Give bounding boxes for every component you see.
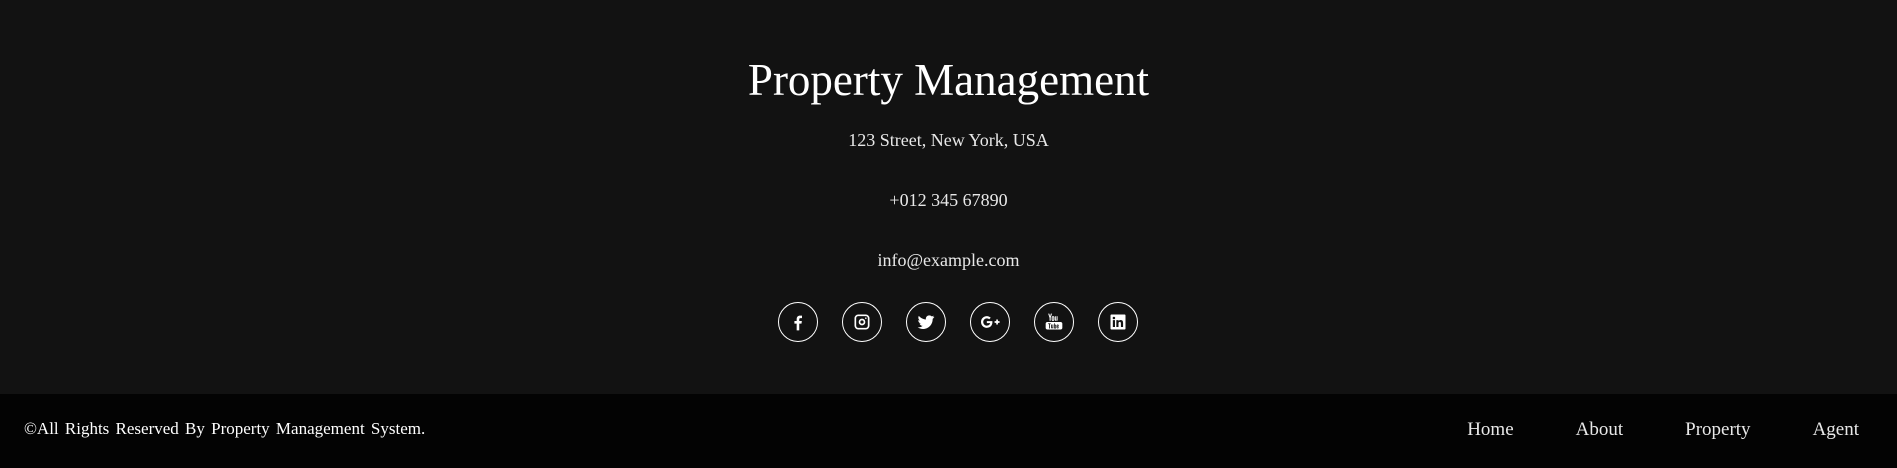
youtube-link[interactable]: [1034, 302, 1074, 342]
bottom-bar: ©All Rights Reserved By Property Managem…: [0, 394, 1897, 468]
google-plus-icon: [981, 316, 1000, 328]
instagram-link[interactable]: [842, 302, 882, 342]
footer-nav-home[interactable]: Home: [1467, 419, 1513, 441]
footer-email: info@example.com: [877, 250, 1020, 270]
youtube-icon: [1045, 313, 1063, 330]
linkedin-icon: [1110, 314, 1126, 330]
footer-address: 123 Street, New York, USA: [848, 130, 1049, 150]
footer-nav: Home About Property Agent: [1467, 419, 1859, 441]
linkedin-link[interactable]: [1098, 302, 1138, 342]
copyright-text: ©All Rights Reserved By Property Managem…: [24, 419, 426, 438]
facebook-link[interactable]: [778, 302, 818, 342]
instagram-icon: [854, 314, 870, 330]
facebook-icon: [794, 315, 802, 331]
footer: Property Management 123 Street, New York…: [0, 0, 1897, 394]
footer-nav-about[interactable]: About: [1576, 419, 1624, 441]
footer-nav-agent[interactable]: Agent: [1813, 419, 1859, 441]
google-plus-link[interactable]: [970, 302, 1010, 342]
twitter-link[interactable]: [906, 302, 946, 342]
twitter-icon: [917, 315, 935, 329]
footer-phone: +012 345 67890: [889, 190, 1008, 210]
social-links: [778, 302, 1138, 342]
footer-brand-title: Property Management: [747, 55, 1150, 105]
footer-nav-property[interactable]: Property: [1685, 419, 1750, 441]
